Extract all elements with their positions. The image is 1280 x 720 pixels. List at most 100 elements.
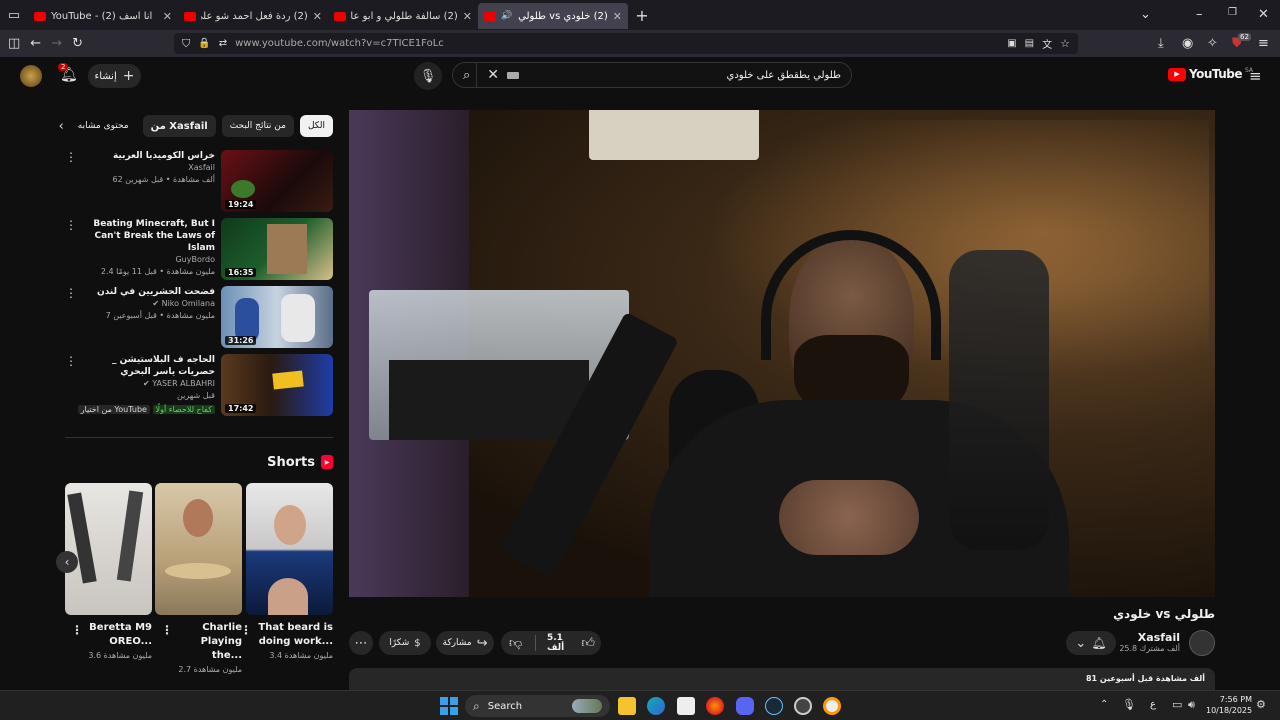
- like-icon[interactable]: 👍︎: [581, 636, 595, 651]
- permissions-icon[interactable]: ⇄: [219, 38, 227, 49]
- lock-icon[interactable]: 🔒: [198, 38, 210, 49]
- voice-search-button[interactable]: 🎙︎: [414, 62, 442, 90]
- extensions-icon[interactable]: ✧: [1207, 36, 1218, 51]
- related-video-4[interactable]: 17:42 الحاجه ف البلاستيشن _ حصريات ياسر …: [65, 354, 333, 420]
- video-title[interactable]: فضحت الحشريين في لندن: [75, 286, 215, 298]
- more-actions-icon[interactable]: ⋮: [65, 354, 77, 368]
- reload-icon[interactable]: ↻: [72, 36, 83, 51]
- new-tab-icon[interactable]: +: [628, 6, 656, 25]
- video-title[interactable]: خراس الكوميديا العربية: [75, 150, 215, 162]
- more-actions-icon[interactable]: ⋮: [65, 218, 77, 232]
- short-thumbnail-2[interactable]: [155, 483, 242, 615]
- video-thumbnail[interactable]: 16:35: [221, 218, 333, 280]
- input-language[interactable]: ع: [1150, 699, 1156, 710]
- chip-from-channel[interactable]: من Xasfail: [142, 115, 216, 137]
- tab-4-active[interactable]: 🔊 (2) خلودي vs طلولي - YouTube ✕: [478, 3, 628, 29]
- subscribed-button[interactable]: ⌄ 🔔︎: [1066, 631, 1116, 655]
- close-window-icon[interactable]: ✕: [1258, 7, 1269, 22]
- address-bar[interactable]: ⛉ 🔒 ⇄ www.youtube.com/watch?v=c7TICE1FoL…: [174, 33, 1078, 54]
- dislike-icon[interactable]: 👎︎: [501, 636, 530, 651]
- start-icon[interactable]: [440, 697, 458, 715]
- related-video-3[interactable]: 31:26 فضحت الحشريين في لندن ✔ Niko Omila…: [65, 286, 333, 348]
- menu-icon[interactable]: ≡: [1258, 36, 1269, 51]
- channel-name[interactable]: YASER ALBAHRI: [152, 379, 215, 388]
- maximize-icon[interactable]: ❐: [1228, 7, 1237, 18]
- notification-center-icon[interactable]: ⚙: [1256, 698, 1266, 711]
- picture-in-picture-icon[interactable]: ▣: [1007, 38, 1016, 49]
- file-explorer-icon[interactable]: [618, 697, 636, 715]
- short-info-1[interactable]: ⋮ That beard is doing work... 3.4 مليون …: [240, 621, 333, 663]
- volume-icon[interactable]: 🔊︎: [1188, 698, 1195, 712]
- search-input[interactable]: طلولي يطقطق على خلودي: [539, 70, 842, 81]
- search-box[interactable]: طلولي يطقطق على خلودي ✕ ⌕: [452, 62, 852, 88]
- close-tab-icon[interactable]: ✕: [163, 10, 172, 23]
- youtube-logo[interactable]: ▶ YouTube SA: [1168, 67, 1253, 81]
- minimize-icon[interactable]: –: [1196, 7, 1203, 22]
- more-actions-icon[interactable]: ⋮: [71, 623, 83, 637]
- more-actions-icon[interactable]: ⋮: [65, 150, 77, 164]
- channel-name[interactable]: Niko Omilana: [162, 299, 215, 308]
- guide-menu-icon[interactable]: ≡: [1249, 67, 1262, 85]
- clock[interactable]: 7:56 PM 10/18/2025: [1206, 694, 1252, 716]
- forward-icon[interactable]: →: [51, 36, 62, 51]
- tab-overflow-chevron-icon[interactable]: ⌄: [1140, 7, 1151, 22]
- channel-name[interactable]: GuyBordo: [75, 254, 215, 266]
- channel-name[interactable]: Xasfail: [75, 162, 215, 174]
- description-box[interactable]: 81 ألف مشاهدة قبل أسبوعين: [349, 668, 1215, 690]
- thanks-button[interactable]: شكرًا $: [379, 631, 431, 655]
- translate-icon[interactable]: 文: [1042, 36, 1052, 51]
- discord-icon[interactable]: [736, 697, 754, 715]
- video-thumbnail[interactable]: 17:42: [221, 354, 333, 416]
- network-icon[interactable]: ▭: [1172, 698, 1182, 711]
- short-info-2[interactable]: ⋮ Charlie Playing the... 2.7 مليون مشاهد…: [155, 621, 242, 677]
- chip-all[interactable]: الكل: [299, 115, 333, 137]
- related-video-1[interactable]: 19:24 خراس الكوميديا العربية Xasfail 62 …: [65, 150, 333, 212]
- firefox-icon[interactable]: [706, 697, 724, 715]
- chip-from-search[interactable]: من نتائج البحث: [221, 115, 294, 137]
- account-icon[interactable]: ◉: [1182, 36, 1193, 51]
- overwatch-icon[interactable]: [823, 697, 841, 715]
- speaker-icon[interactable]: 🔊: [501, 11, 512, 21]
- short-thumbnail-3[interactable]: [65, 483, 152, 615]
- close-tab-icon[interactable]: ✕: [613, 10, 622, 23]
- close-tab-icon[interactable]: ✕: [463, 10, 472, 23]
- short-thumbnail-1[interactable]: [246, 483, 333, 615]
- taskbar-search-box[interactable]: ⌕ Search: [465, 695, 610, 717]
- video-title[interactable]: الحاجه ف البلاستيشن _ حصريات ياسر البحري: [75, 354, 215, 378]
- video-thumbnail[interactable]: 19:24: [221, 150, 333, 212]
- edge-icon[interactable]: [647, 697, 665, 715]
- reader-view-icon[interactable]: ▤: [1025, 38, 1034, 49]
- download-icon[interactable]: ⤓: [1158, 36, 1164, 51]
- clear-search-icon[interactable]: ✕: [487, 67, 499, 83]
- share-button[interactable]: مشاركة ↪: [436, 631, 494, 655]
- shorts-prev-icon[interactable]: ‹: [56, 551, 78, 573]
- more-actions-icon[interactable]: ⋮: [161, 623, 173, 637]
- shield-icon[interactable]: ⛉: [182, 37, 190, 51]
- tab-2[interactable]: (2) ردة فعل احمد شو على اغنية ✕: [178, 3, 328, 29]
- short-info-3[interactable]: ⋮ Beretta M9 OREO... 3.6 مليون مشاهدة: [65, 621, 152, 663]
- back-icon[interactable]: ←: [30, 36, 41, 51]
- related-video-2[interactable]: 16:35 Beating Minecraft, But I Can't Bre…: [65, 218, 333, 280]
- tab-list-icon[interactable]: ▭: [0, 8, 28, 23]
- video-title[interactable]: Beating Minecraft, But I Can't Break the…: [75, 218, 215, 254]
- more-actions-button[interactable]: ⋯: [349, 631, 373, 655]
- short-title[interactable]: That beard is doing work...: [246, 621, 333, 649]
- tab-3[interactable]: (2) سالفة طلولي و ابو عابد كاملة ✕: [328, 3, 478, 29]
- video-thumbnail[interactable]: 31:26: [221, 286, 333, 348]
- chip-scroll-left-icon[interactable]: ‹: [51, 119, 64, 134]
- store-icon[interactable]: [677, 697, 695, 715]
- channel-name[interactable]: Xasfail: [1110, 631, 1180, 644]
- keyboard-icon[interactable]: [507, 71, 520, 79]
- search-icon[interactable]: ⌕: [463, 68, 470, 83]
- channel-avatar[interactable]: [1189, 630, 1215, 656]
- microphone-icon[interactable]: 🎙︎: [1122, 698, 1136, 711]
- video-player[interactable]: [349, 110, 1215, 597]
- tab-1[interactable]: انا اسف (2) - YouTube ✕: [28, 3, 178, 29]
- close-tab-icon[interactable]: ✕: [313, 10, 322, 23]
- sidebar-icon[interactable]: ◫: [8, 36, 20, 51]
- more-actions-icon[interactable]: ⋮: [65, 286, 77, 300]
- avatar[interactable]: [20, 65, 42, 87]
- create-button[interactable]: إنشاء +: [88, 64, 141, 88]
- bookmark-star-icon[interactable]: ☆: [1060, 37, 1070, 50]
- steam-icon[interactable]: [765, 697, 783, 715]
